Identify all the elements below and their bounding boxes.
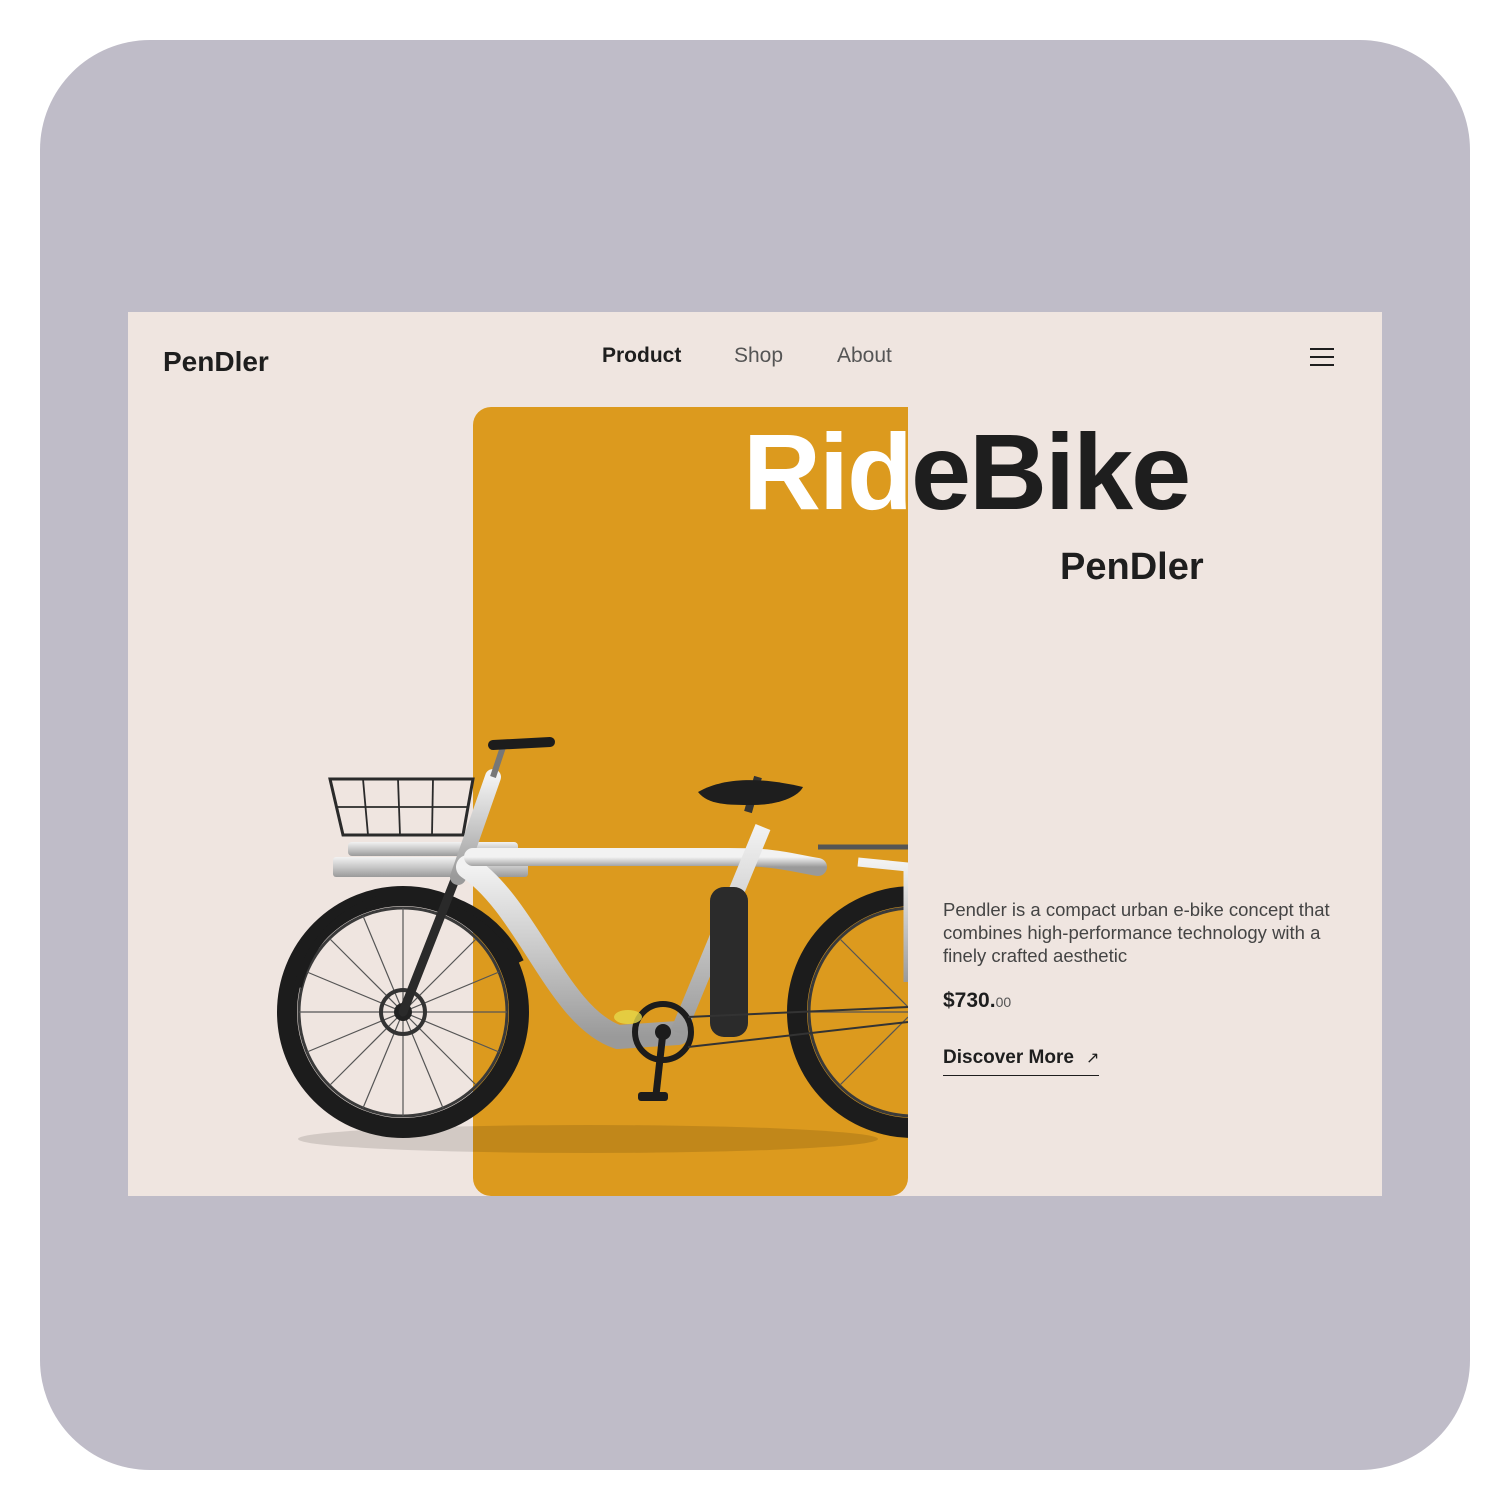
main-nav: Product Shop About [128,344,1382,374]
ebike-product-image [277,737,908,1153]
hamburger-menu-icon[interactable] [1310,348,1334,368]
discover-more-label: Discover More [943,1047,1074,1068]
discover-more-link[interactable]: Discover More ↗ [943,1047,1100,1076]
nav-item-shop[interactable]: Shop [734,344,783,368]
hero-title-part2: eBike [910,411,1191,532]
hero-subtitle: PenDler [1060,546,1204,588]
nav-item-about[interactable]: About [837,344,892,368]
nav-item-product[interactable]: Product [602,344,681,368]
price-main: $730. [943,989,996,1012]
landing-page: PenDler Product Shop About RideBike PenD… [128,312,1382,1196]
product-description: Pendler is a compact urban e-bike concep… [943,899,1330,966]
product-price: $730.00 [943,989,1011,1013]
hero-title: RideBike [743,418,1191,526]
arrow-up-right-icon: ↗ [1085,1050,1100,1067]
price-cents: 00 [995,994,1012,1010]
hero-title-part1: Rid [743,411,913,532]
